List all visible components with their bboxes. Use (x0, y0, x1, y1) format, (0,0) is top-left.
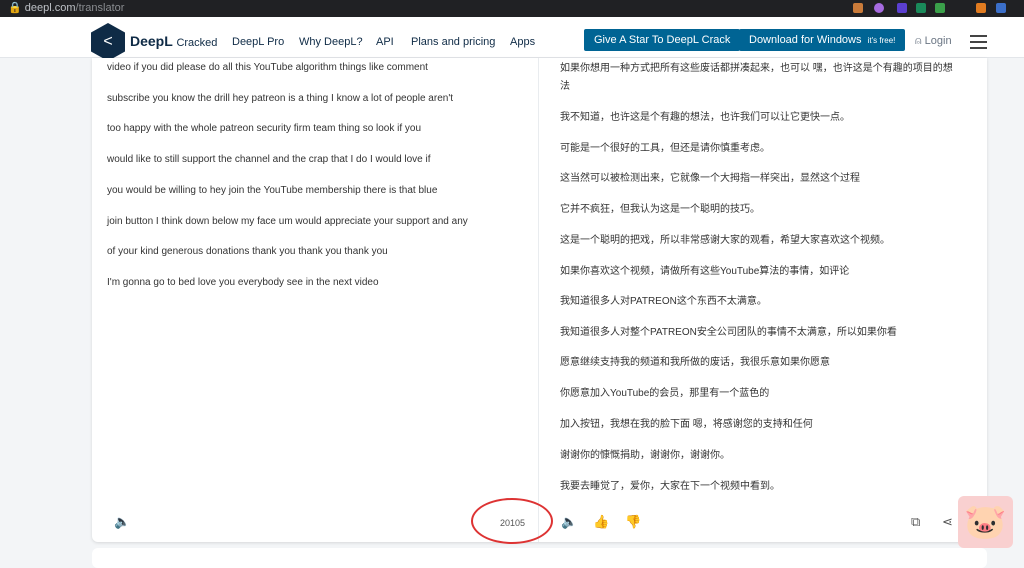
login-link[interactable]: ⍝ Login (915, 35, 952, 48)
user-icon: ⍝ (915, 35, 922, 47)
address-bar[interactable]: 🔒 deepl.com/translator (0, 0, 1024, 17)
menu-icon[interactable] (970, 35, 987, 53)
target-line: 如果你喜欢这个视频，请做所有这些YouTube算法的事情，如评论 (560, 266, 850, 277)
source-line: video if you did please do all this YouT… (107, 62, 428, 73)
target-line: 我知道很多人对PATREON这个东西不太满意。 (560, 296, 767, 307)
source-line: would like to still support the channel … (107, 154, 431, 166)
target-line: 你愿意加入YouTube的会员，那里有一个蓝色的 (560, 388, 770, 399)
extension-icon[interactable] (916, 3, 926, 13)
thumbs-down-icon[interactable]: 👎 (625, 514, 641, 530)
extension-icon[interactable] (897, 3, 907, 13)
speaker-icon[interactable]: 🔈 (561, 514, 577, 530)
source-line: of your kind generous donations thank yo… (107, 246, 388, 258)
nav-api[interactable]: API (376, 36, 394, 48)
extension-icon[interactable] (853, 3, 863, 13)
pig-mascot-icon[interactable]: 🐷 (958, 496, 1013, 548)
target-line: 这当然可以被检测出来，它就像一个大拇指一样突出，显然这个过程 (560, 173, 860, 184)
target-line: 我知道很多人对整个PATREON安全公司团队的事情不太满意，所以如果你看 (560, 327, 897, 338)
source-line: I'm gonna go to bed love you everybody s… (107, 276, 379, 288)
share-icon[interactable]: ⋖ (942, 514, 953, 530)
target-line: 可能是一个很好的工具，但还是请你慎重考虑。 (560, 143, 770, 154)
source-line: subscribe you know the drill hey patreon… (107, 92, 454, 104)
lock-icon: 🔒 (8, 2, 25, 14)
copy-icon[interactable]: ⧉ (911, 514, 920, 530)
target-line: 法 (560, 81, 570, 92)
extension-icon[interactable] (996, 3, 1006, 13)
target-line: 谢谢你的慷慨捐助，谢谢你，谢谢你。 (560, 450, 730, 461)
thumbs-up-icon[interactable]: 👍 (593, 514, 609, 530)
lower-panel (92, 548, 987, 568)
source-line: you would be willing to hey join the You… (107, 184, 438, 196)
rss-icon[interactable] (976, 3, 986, 13)
deepl-logo-icon[interactable]: < (91, 23, 125, 61)
target-line: 我要去睡觉了，爱你，大家在下一个视频中看到。 (560, 481, 780, 492)
target-line: 如果你想用一种方式把所有这些废话都拼凑起来，也可以 嘿，也许这是个有趣的项目的想 (560, 63, 953, 74)
target-line: 它并不疯狂，但我认为这是一个聪明的技巧。 (560, 204, 760, 215)
brand[interactable]: DeepL Cracked (130, 33, 217, 49)
target-line: 加入按钮，我想在我的脸下面 嗯，将感谢您的支持和任何 (560, 419, 813, 430)
target-line: 这是一个聪明的把戏，所以非常感谢大家的观看，希望大家喜欢这个视频。 (560, 235, 890, 246)
nav-deepl-pro[interactable]: DeepL Pro (232, 36, 284, 48)
nav-why-deepl[interactable]: Why DeepL? (299, 36, 363, 48)
speaker-icon[interactable]: 🔈 (114, 514, 130, 530)
nav-apps[interactable]: Apps (510, 36, 535, 48)
nav-plans-pricing[interactable]: Plans and pricing (411, 36, 495, 48)
target-line: 愿意继续支持我的频道和我所做的废话，我很乐意如果你愿意 (560, 357, 830, 368)
extension-icon[interactable] (935, 3, 945, 13)
target-line: 我不知道，也许这是个有趣的想法，也许我们可以让它更快一点。 (560, 112, 850, 123)
annotation-circle (471, 498, 553, 544)
translator-panel: video if you did please do all this YouT… (92, 58, 987, 542)
download-windows-button[interactable]: Download for Windows it's free! (739, 29, 906, 51)
extension-icon[interactable] (874, 3, 884, 13)
source-line: too happy with the whole patreon securit… (107, 123, 422, 135)
source-line: join button I think down below my face u… (107, 215, 468, 227)
site-header: < DeepL Cracked DeepL Pro Why DeepL? API… (0, 17, 1024, 61)
divider (538, 58, 539, 542)
give-star-button[interactable]: Give A Star To DeepL Crack (584, 29, 741, 51)
